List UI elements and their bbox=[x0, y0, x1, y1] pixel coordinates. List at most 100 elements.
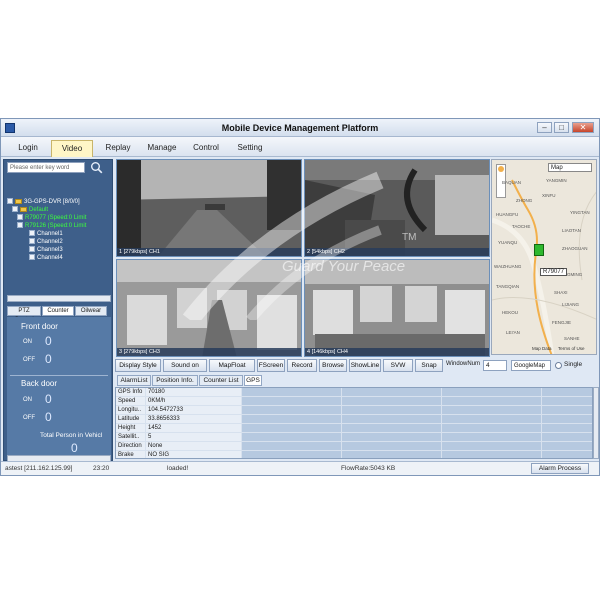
expand-icon[interactable] bbox=[7, 198, 13, 205]
gps-field-label: Speed bbox=[116, 397, 146, 406]
table-cell bbox=[542, 415, 592, 424]
tab-ptz-control[interactable]: PTZ Control bbox=[7, 306, 41, 323]
table-cell bbox=[542, 406, 592, 415]
table-cell bbox=[242, 433, 342, 442]
tree-root[interactable]: 3G-GPS-DVR [8/0/0] bbox=[7, 198, 111, 206]
place-label: LIAOTAN bbox=[562, 228, 581, 233]
place-label: XINFU bbox=[542, 193, 556, 198]
menu-replay[interactable]: Replay bbox=[97, 140, 139, 155]
browse-button[interactable]: Browse bbox=[319, 359, 347, 372]
video-ch2[interactable]: 2 [54kbps] CH2 bbox=[304, 159, 490, 257]
table-cell bbox=[542, 451, 592, 458]
checkbox[interactable] bbox=[29, 238, 35, 245]
map-provider-select[interactable]: GoogleMap bbox=[511, 360, 551, 371]
video-caption: 3 [279kbps] CH3 bbox=[117, 348, 301, 356]
tree-channel[interactable]: Channel1 bbox=[7, 230, 111, 238]
pegman-icon[interactable] bbox=[498, 166, 504, 172]
table-cell bbox=[242, 415, 342, 424]
tab-gps[interactable]: GPS bbox=[244, 375, 262, 386]
table-cell bbox=[442, 397, 542, 406]
map-float-button[interactable]: MapFloat bbox=[209, 359, 255, 372]
place-label: LEI'AN bbox=[506, 330, 520, 335]
record-button[interactable]: Record bbox=[287, 359, 317, 372]
table-row[interactable]: Speed 0KM/h bbox=[116, 397, 592, 406]
place-label: ZHAOGUAN bbox=[562, 246, 588, 251]
place-label: YANGMIN bbox=[546, 178, 567, 183]
fscreen-button[interactable]: FScreen bbox=[257, 359, 285, 372]
alarm-process-button[interactable]: Alarm Process bbox=[531, 463, 589, 474]
gps-field-value: 1452 bbox=[146, 424, 242, 433]
menu-control[interactable]: Control bbox=[185, 140, 227, 155]
tree-device[interactable]: R79126 (Speed:0 Limit bbox=[7, 222, 111, 230]
expand-icon[interactable] bbox=[12, 206, 18, 213]
tab-oilwear[interactable]: Oilwear bbox=[75, 306, 107, 316]
tree-channel[interactable]: Channel2 bbox=[7, 238, 111, 246]
close-icon[interactable]: ✕ bbox=[572, 122, 594, 133]
minimize-icon[interactable]: – bbox=[537, 122, 552, 133]
info-tabs: AlarmList Position Info. Counter List GP… bbox=[117, 375, 317, 386]
checkbox[interactable] bbox=[17, 214, 23, 221]
search-input[interactable]: Please enter key word bbox=[7, 162, 85, 173]
video-ch3[interactable]: 3 [279kbps] CH3 bbox=[116, 259, 302, 357]
place-label: HUANGFU bbox=[496, 212, 519, 217]
table-row[interactable]: Longitu.. 104.5472733 bbox=[116, 406, 592, 415]
vehicle-marker-icon[interactable] bbox=[534, 244, 544, 256]
tree-channel[interactable]: Channel4 bbox=[7, 254, 111, 262]
search-icon[interactable] bbox=[90, 161, 103, 174]
front-off-value: 0 bbox=[45, 352, 52, 366]
gps-field-label: Longitu.. bbox=[116, 406, 146, 415]
tree-device[interactable]: R79077 (Speed:0 Limit bbox=[7, 214, 111, 222]
table-row[interactable]: Satellit.. 5 bbox=[116, 433, 592, 442]
map-type-select[interactable]: Map bbox=[548, 163, 592, 172]
table-cell bbox=[342, 415, 442, 424]
place-label: YINGTAN bbox=[570, 210, 590, 215]
place-label: LIJIANG bbox=[562, 302, 580, 307]
status-user: astest [211.162.125.99] bbox=[5, 465, 73, 472]
ptz-tabs: PTZ Control Counter Oilwear bbox=[7, 306, 111, 323]
tab-position-info[interactable]: Position Info. bbox=[152, 375, 198, 386]
vehicle-label[interactable]: R79077 bbox=[540, 268, 568, 276]
snap-button[interactable]: Snap bbox=[415, 359, 443, 372]
menu-manage[interactable]: Manage bbox=[141, 140, 183, 155]
place-label: WAIZHUANG bbox=[494, 264, 522, 269]
sound-on-button[interactable]: Sound on bbox=[163, 359, 207, 372]
display-style-button[interactable]: Display Style bbox=[115, 359, 161, 372]
table-row[interactable]: Height 1452 bbox=[116, 424, 592, 433]
maximize-icon[interactable]: □ bbox=[554, 122, 569, 133]
window-num-select[interactable]: 4 bbox=[483, 360, 507, 371]
place-label: FENGJIE bbox=[552, 320, 572, 325]
checkbox[interactable] bbox=[29, 254, 35, 261]
video-ch1[interactable]: 1 [279kbps] CH1 bbox=[116, 159, 302, 257]
video-frame bbox=[305, 160, 489, 256]
checkbox[interactable] bbox=[29, 246, 35, 253]
checkbox[interactable] bbox=[29, 230, 35, 237]
table-row[interactable]: Latitude 33.8656333 bbox=[116, 415, 592, 424]
table-row[interactable]: Direction None bbox=[116, 442, 592, 451]
gps-field-value: 5 bbox=[146, 433, 242, 442]
tree-scrollbar[interactable] bbox=[7, 295, 111, 302]
gps-field-label: Brake bbox=[116, 451, 146, 458]
map-terms-link[interactable]: Terms of Use bbox=[558, 346, 585, 351]
back-on-label: ON bbox=[23, 397, 32, 403]
show-line-button[interactable]: ShowLine bbox=[349, 359, 381, 372]
menu-login[interactable]: Login bbox=[7, 140, 49, 155]
app-window: Mobile Device Management Platform – □ ✕ … bbox=[0, 118, 600, 476]
map-panel[interactable]: Map BAQUAN YANGMIN XINFU ZHONG HUANGFU Y… bbox=[491, 159, 597, 355]
title-bar: Mobile Device Management Platform – □ ✕ bbox=[1, 119, 599, 137]
tab-alarm-list[interactable]: AlarmList bbox=[117, 375, 151, 386]
checkbox[interactable] bbox=[17, 222, 23, 229]
table-row[interactable]: GPS Info 70180 bbox=[116, 388, 592, 397]
gps-scrollbar[interactable] bbox=[593, 387, 599, 459]
back-door-title: Back door bbox=[21, 379, 58, 388]
gps-field-value: 33.8656333 bbox=[146, 415, 242, 424]
menu-video[interactable]: Video bbox=[51, 140, 93, 157]
table-row[interactable]: Brake NO SIG bbox=[116, 451, 592, 458]
tab-counter[interactable]: Counter bbox=[42, 306, 74, 316]
tree-group[interactable]: Default bbox=[7, 206, 111, 214]
single-radio[interactable] bbox=[555, 362, 562, 369]
tree-channel[interactable]: Channel3 bbox=[7, 246, 111, 254]
place-label: BAQUAN bbox=[502, 180, 522, 185]
menu-setting[interactable]: Setting bbox=[229, 140, 271, 155]
svw-button[interactable]: SVW bbox=[383, 359, 413, 372]
tab-counter-list[interactable]: Counter List bbox=[199, 375, 243, 386]
